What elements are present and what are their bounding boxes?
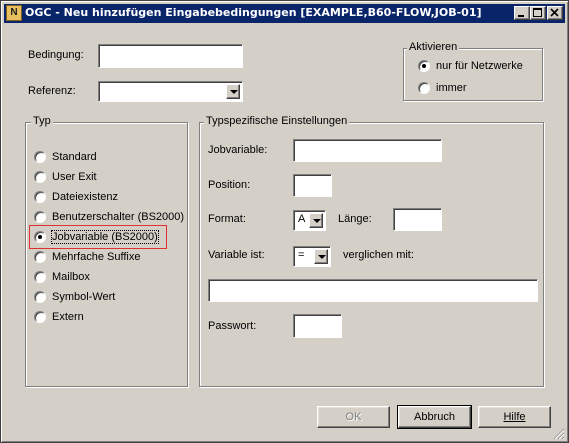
cancel-button-label: Abbruch <box>414 411 455 423</box>
close-button[interactable] <box>547 6 563 20</box>
help-button[interactable]: Hilfe <box>478 406 551 428</box>
radio-networks-only[interactable]: nur für Netzwerke <box>418 60 523 72</box>
password-label: Passwort: <box>208 320 257 332</box>
radio-label: Dateiexistenz <box>52 191 119 203</box>
jobvariable-input[interactable] <box>293 139 442 162</box>
format-dropdown-button[interactable] <box>309 213 323 228</box>
radio-indicator <box>34 231 46 243</box>
condition-input[interactable] <box>98 44 243 68</box>
help-button-label: Hilfe <box>503 411 526 423</box>
radio-type-user-exit[interactable]: User Exit <box>34 171 97 183</box>
radio-always[interactable]: immer <box>418 82 467 94</box>
activate-legend: Aktivieren <box>407 41 460 53</box>
radio-type-multiple-suffixes[interactable]: Mehrfache Suffixe <box>34 251 140 263</box>
position-input[interactable] <box>293 174 332 197</box>
close-icon <box>550 8 559 17</box>
operator-select[interactable]: = <box>293 246 331 267</box>
radio-indicator <box>34 251 46 263</box>
minimize-icon <box>518 15 524 17</box>
radio-type-file-exists[interactable]: Dateiexistenz <box>34 191 118 203</box>
length-input[interactable] <box>393 208 442 231</box>
radio-label: User Exit <box>52 171 97 183</box>
radio-label: Mehrfache Suffixe <box>52 251 141 263</box>
radio-indicator <box>34 151 46 163</box>
radio-indicator <box>34 271 46 283</box>
radio-indicator <box>34 211 46 223</box>
format-select[interactable]: A <box>293 210 326 231</box>
password-input[interactable] <box>293 314 342 338</box>
radio-indicator <box>34 291 46 303</box>
operator-dropdown-button[interactable] <box>314 249 328 264</box>
maximize-icon <box>533 8 542 17</box>
radio-indicator <box>34 311 46 323</box>
radio-type-user-switch[interactable]: Benutzerschalter (BS2000) <box>34 211 184 223</box>
type-legend: Typ <box>31 115 53 127</box>
compared-with-label: verglichen mit: <box>343 249 414 261</box>
reference-dropdown-button[interactable] <box>226 84 240 99</box>
radio-indicator <box>418 60 430 72</box>
ok-button[interactable]: OK <box>317 406 390 428</box>
radio-label: immer <box>436 82 467 94</box>
radio-indicator <box>418 82 430 94</box>
radio-label: Benutzerschalter (BS2000) <box>52 211 185 223</box>
specific-settings-legend: Typspezifische Einstellungen <box>204 115 350 127</box>
radio-label: Mailbox <box>52 271 90 283</box>
radio-label: nur für Netzwerke <box>436 60 523 72</box>
radio-type-symbol-value[interactable]: Symbol-Wert <box>34 291 115 303</box>
dialog-window: N OGC - Neu hinzufügen Eingabebedingunge… <box>0 0 569 443</box>
title-bar[interactable]: N OGC - Neu hinzufügen Eingabebedingunge… <box>4 4 565 23</box>
radio-label: Jobvariable (BS2000) <box>51 230 159 244</box>
jobvariable-label: Jobvariable: <box>208 144 268 156</box>
radio-label: Extern <box>52 311 84 323</box>
app-icon: N <box>6 5 22 21</box>
radio-label: Standard <box>52 151 97 163</box>
radio-type-mailbox[interactable]: Mailbox <box>34 271 90 283</box>
resize-grip-icon[interactable] <box>553 428 565 440</box>
variable-is-label: Variable ist: <box>208 249 265 261</box>
format-label: Format: <box>208 213 246 225</box>
radio-label: Symbol-Wert <box>52 291 116 303</box>
maximize-button[interactable] <box>530 6 546 20</box>
minimize-button[interactable] <box>514 6 530 20</box>
format-value: A <box>298 213 306 225</box>
radio-type-standard[interactable]: Standard <box>34 151 97 163</box>
window-title: OGC - Neu hinzufügen Eingabebedingungen … <box>25 6 482 19</box>
radio-type-jobvariable[interactable]: Jobvariable (BS2000) <box>34 230 159 244</box>
reference-label: Referenz: <box>28 85 76 97</box>
operator-value: = <box>298 249 305 261</box>
radio-type-external[interactable]: Extern <box>34 311 84 323</box>
reference-select[interactable] <box>98 81 243 102</box>
compare-value-input[interactable] <box>208 279 538 302</box>
cancel-button[interactable]: Abbruch <box>397 405 472 429</box>
condition-label: Bedingung: <box>28 49 84 61</box>
radio-indicator <box>34 191 46 203</box>
length-label: Länge: <box>338 213 372 225</box>
radio-indicator <box>34 171 46 183</box>
position-label: Position: <box>208 179 251 191</box>
